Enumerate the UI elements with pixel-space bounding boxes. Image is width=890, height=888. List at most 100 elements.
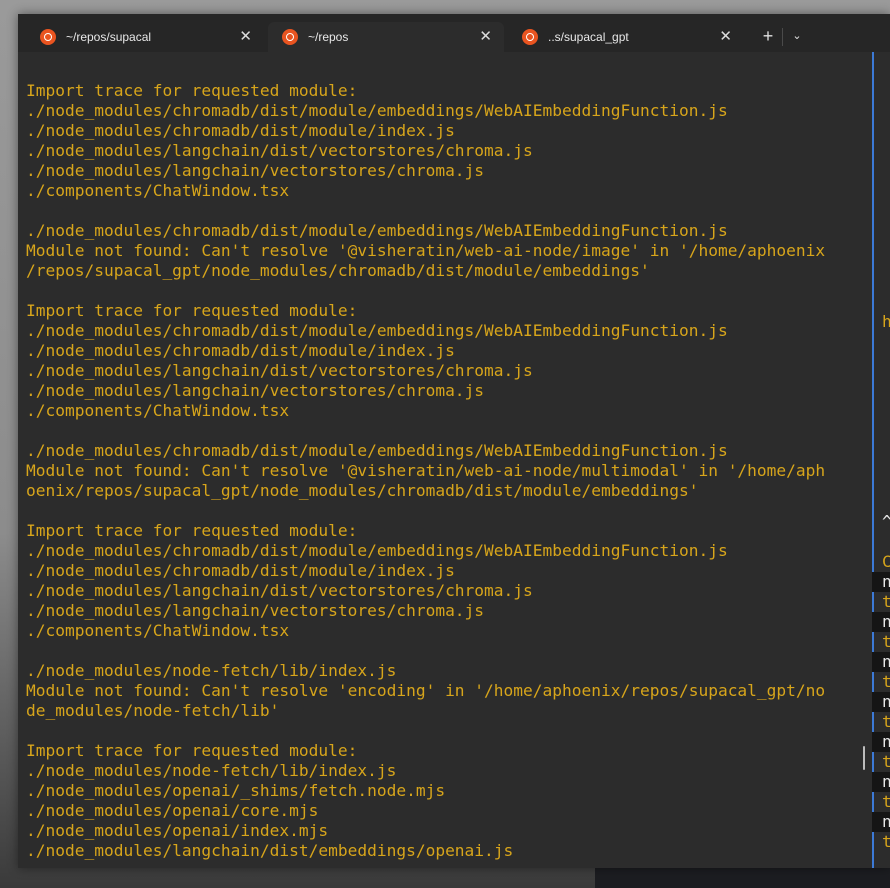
terminal-line: ./components/ChatWindow.tsx <box>26 401 290 420</box>
background-terminal-line: t <box>882 712 890 731</box>
background-terminal-line <box>872 172 890 192</box>
background-terminal-line <box>872 92 890 112</box>
terminal-line: ./node_modules/node-fetch/lib/index.js <box>26 761 397 780</box>
background-terminal-line <box>872 472 890 492</box>
background-terminal-line <box>872 372 890 392</box>
terminal-line: ./node_modules/openai/core.mjs <box>26 801 319 820</box>
ubuntu-icon <box>522 29 538 45</box>
terminal-line: ./node_modules/langchain/vectorstores/ch… <box>26 161 485 180</box>
tab-supacal-gpt[interactable]: ..s/supacal_gpt ✕ <box>508 22 744 52</box>
tab-label: ~/repos <box>308 30 349 44</box>
background-terminal-line: t <box>882 632 890 651</box>
background-terminal-line <box>872 72 890 92</box>
background-terminal-line: t <box>882 752 890 771</box>
terminal-line: ./node_modules/openai/_shims/fetch.node.… <box>26 781 446 800</box>
background-terminal-line <box>872 52 890 72</box>
chevron-down-icon[interactable]: ⌄ <box>790 26 804 44</box>
background-terminal-line: t <box>882 592 890 611</box>
background-terminal-line <box>872 252 890 272</box>
background-terminal-line <box>872 112 890 132</box>
terminal-line: ./node_modules/langchain/vectorstores/ch… <box>26 601 485 620</box>
terminal-window: ~/repos/supacal ✕ ~/repos ✕ ..s/supacal_… <box>18 14 890 868</box>
background-terminal-line <box>872 392 890 412</box>
terminal-line: Module not found: Can't resolve 'encodin… <box>26 681 826 700</box>
background-terminal-line <box>872 272 890 292</box>
background-terminal-line <box>872 452 890 472</box>
background-terminal-line <box>872 152 890 172</box>
tab-repos-supacal[interactable]: ~/repos/supacal ✕ <box>26 22 264 52</box>
terminal-line: ./node_modules/chromadb/dist/module/embe… <box>26 441 728 460</box>
terminal-output[interactable]: Import trace for requested module: ./node… <box>18 52 872 868</box>
background-terminal-line: n <box>872 612 890 632</box>
terminal-line: ./components/ChatWindow.tsx <box>26 181 290 200</box>
tab-repos[interactable]: ~/repos ✕ <box>268 22 504 52</box>
terminal-line: oenix/repos/supacal_gpt/node_modules/chr… <box>26 481 699 500</box>
background-terminal-line: h <box>882 312 890 331</box>
terminal-line: de_modules/node-fetch/lib' <box>26 701 280 720</box>
background-terminal-lines: h ^ Cn t n t n t n t n t n t n t <box>872 52 890 852</box>
terminal-line: ./node_modules/langchain/dist/embeddings… <box>26 841 514 860</box>
terminal-line: Import trace for requested module: <box>26 521 358 540</box>
background-terminal-line <box>872 432 890 452</box>
background-terminal-line: n <box>872 652 890 672</box>
background-terminal-line: t <box>882 792 890 811</box>
terminal-line: ./node_modules/node-fetch/lib/index.js <box>26 661 397 680</box>
background-terminal-line <box>872 232 890 252</box>
terminal-line: Module not found: Can't resolve '@visher… <box>26 461 826 480</box>
background-terminal-line: n <box>872 732 890 752</box>
close-icon[interactable]: ✕ <box>479 28 492 46</box>
terminal-line: ./node_modules/openai/index.mjs <box>26 821 329 840</box>
close-icon[interactable]: ✕ <box>239 28 252 46</box>
terminal-line: ./node_modules/langchain/dist/vectorstor… <box>26 141 533 160</box>
background-terminal-line <box>872 412 890 432</box>
background-terminal-line <box>872 532 890 552</box>
terminal-line: ./node_modules/chromadb/dist/module/embe… <box>26 541 728 560</box>
background-terminal-line: n <box>872 812 890 832</box>
terminal-line: ./node_modules/chromadb/dist/module/inde… <box>26 121 455 140</box>
background-terminal-line <box>872 212 890 232</box>
background-terminal-line <box>872 492 890 512</box>
background-terminal-line: ^ <box>882 512 890 531</box>
background-terminal-line: C <box>882 552 890 571</box>
terminal-line: ./node_modules/chromadb/dist/module/embe… <box>26 321 728 340</box>
tab-bar: ~/repos/supacal ✕ ~/repos ✕ ..s/supacal_… <box>18 14 890 52</box>
background-terminal-line <box>872 132 890 152</box>
background-terminal-line: t <box>882 832 890 851</box>
tab-label: ..s/supacal_gpt <box>548 30 629 44</box>
terminal-line: ./node_modules/chromadb/dist/module/inde… <box>26 561 455 580</box>
background-terminal-line <box>872 332 890 352</box>
background-terminal-line <box>872 192 890 212</box>
background-terminal-line: n <box>872 692 890 712</box>
ubuntu-icon <box>282 29 298 45</box>
tab-bar-divider <box>782 28 783 46</box>
terminal-line: Import trace for requested module: <box>26 741 358 760</box>
scrollbar-thumb[interactable] <box>863 746 865 770</box>
terminal-line: Module not found: Can't resolve '@visher… <box>26 241 826 260</box>
terminal-line: ./node_modules/langchain/dist/vectorstor… <box>26 581 533 600</box>
terminal-line: ./node_modules/chromadb/dist/module/embe… <box>26 221 728 240</box>
terminal-lines: Import trace for requested module: ./node… <box>26 81 825 861</box>
terminal-line: ./components/ChatWindow.tsx <box>26 621 290 640</box>
background-terminal-line <box>872 352 890 372</box>
terminal-line: Import trace for requested module: <box>26 81 358 100</box>
terminal-line: ./node_modules/chromadb/dist/module/embe… <box>26 101 728 120</box>
background-terminal-line: n <box>872 772 890 792</box>
terminal-line: Import trace for requested module: <box>26 301 358 320</box>
tab-label: ~/repos/supacal <box>66 30 152 44</box>
terminal-line: ./node_modules/chromadb/dist/module/inde… <box>26 341 455 360</box>
new-tab-button[interactable]: + <box>760 27 776 45</box>
background-terminal-line: t <box>882 672 890 691</box>
terminal-line: ./node_modules/langchain/vectorstores/ch… <box>26 381 485 400</box>
close-icon[interactable]: ✕ <box>719 28 732 46</box>
background-terminal-line: n <box>872 572 890 592</box>
terminal-line: ./node_modules/langchain/dist/vectorstor… <box>26 361 533 380</box>
terminal-line: /repos/supacal_gpt/node_modules/chromadb… <box>26 261 650 280</box>
background-terminal-line <box>872 292 890 312</box>
ubuntu-icon <box>40 29 56 45</box>
